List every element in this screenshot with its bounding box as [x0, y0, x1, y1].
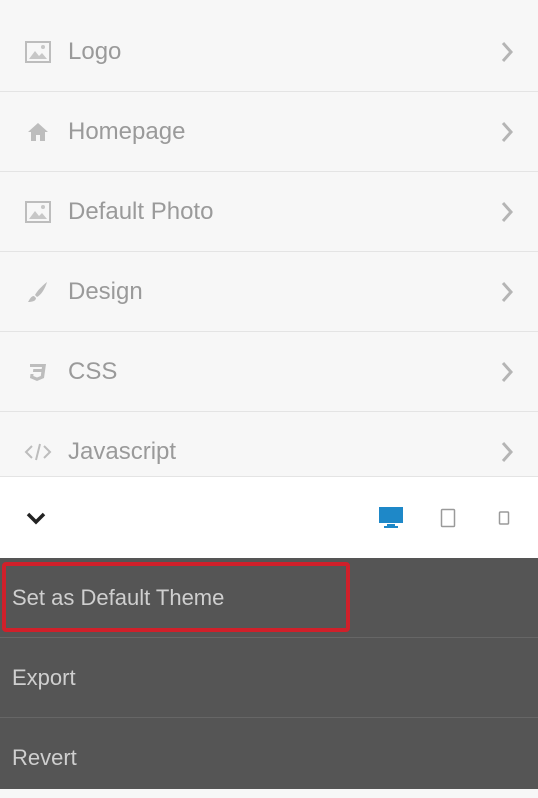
chevron-right-icon: [500, 441, 514, 463]
revert-button[interactable]: Revert: [0, 718, 538, 798]
menu-item-label: Default Photo: [68, 197, 214, 225]
chevron-right-icon: [500, 201, 514, 223]
menu-item-design[interactable]: Design: [0, 252, 538, 332]
phone-icon: [498, 511, 510, 525]
chevron-down-icon: [26, 512, 46, 525]
action-label: Set as Default Theme: [12, 584, 225, 610]
code-icon: [24, 438, 52, 466]
menu-item-default-photo[interactable]: Default Photo: [0, 172, 538, 252]
action-label: Export: [12, 664, 76, 690]
desktop-icon: [379, 507, 403, 528]
menu-item-label: Javascript: [68, 438, 177, 465]
collapse-toggle[interactable]: [26, 511, 46, 525]
export-button[interactable]: Export: [0, 638, 538, 718]
phone-view-button[interactable]: [498, 509, 510, 527]
home-icon: [24, 118, 52, 146]
preview-toolbar: [0, 476, 538, 559]
chevron-right-icon: [500, 121, 514, 143]
theme-actions: Set as Default Theme Export Revert: [0, 558, 538, 789]
settings-menu: Logo Homepage Default Photo Design CSS J…: [0, 12, 538, 492]
menu-item-label: CSS: [68, 357, 118, 385]
menu-item-label: Homepage: [68, 117, 186, 145]
chevron-right-icon: [500, 281, 514, 303]
menu-item-label: Design: [68, 277, 143, 305]
tablet-icon: [440, 508, 456, 528]
device-switcher: [378, 506, 510, 530]
chevron-right-icon: [500, 41, 514, 63]
menu-item-homepage[interactable]: Homepage: [0, 92, 538, 172]
action-label: Revert: [12, 745, 77, 770]
tablet-view-button[interactable]: [440, 508, 456, 528]
css3-icon: [24, 358, 52, 386]
menu-item-logo[interactable]: Logo: [0, 12, 538, 92]
image-icon: [24, 198, 52, 226]
menu-item-css[interactable]: CSS: [0, 332, 538, 412]
theme-settings-panel: Logo Homepage Default Photo Design CSS J…: [0, 0, 538, 789]
menu-item-label: Logo: [68, 37, 122, 65]
set-default-theme-button[interactable]: Set as Default Theme: [0, 558, 538, 638]
chevron-right-icon: [500, 361, 514, 383]
brush-icon: [24, 278, 52, 306]
desktop-view-button[interactable]: [378, 506, 404, 530]
image-icon: [24, 38, 52, 66]
